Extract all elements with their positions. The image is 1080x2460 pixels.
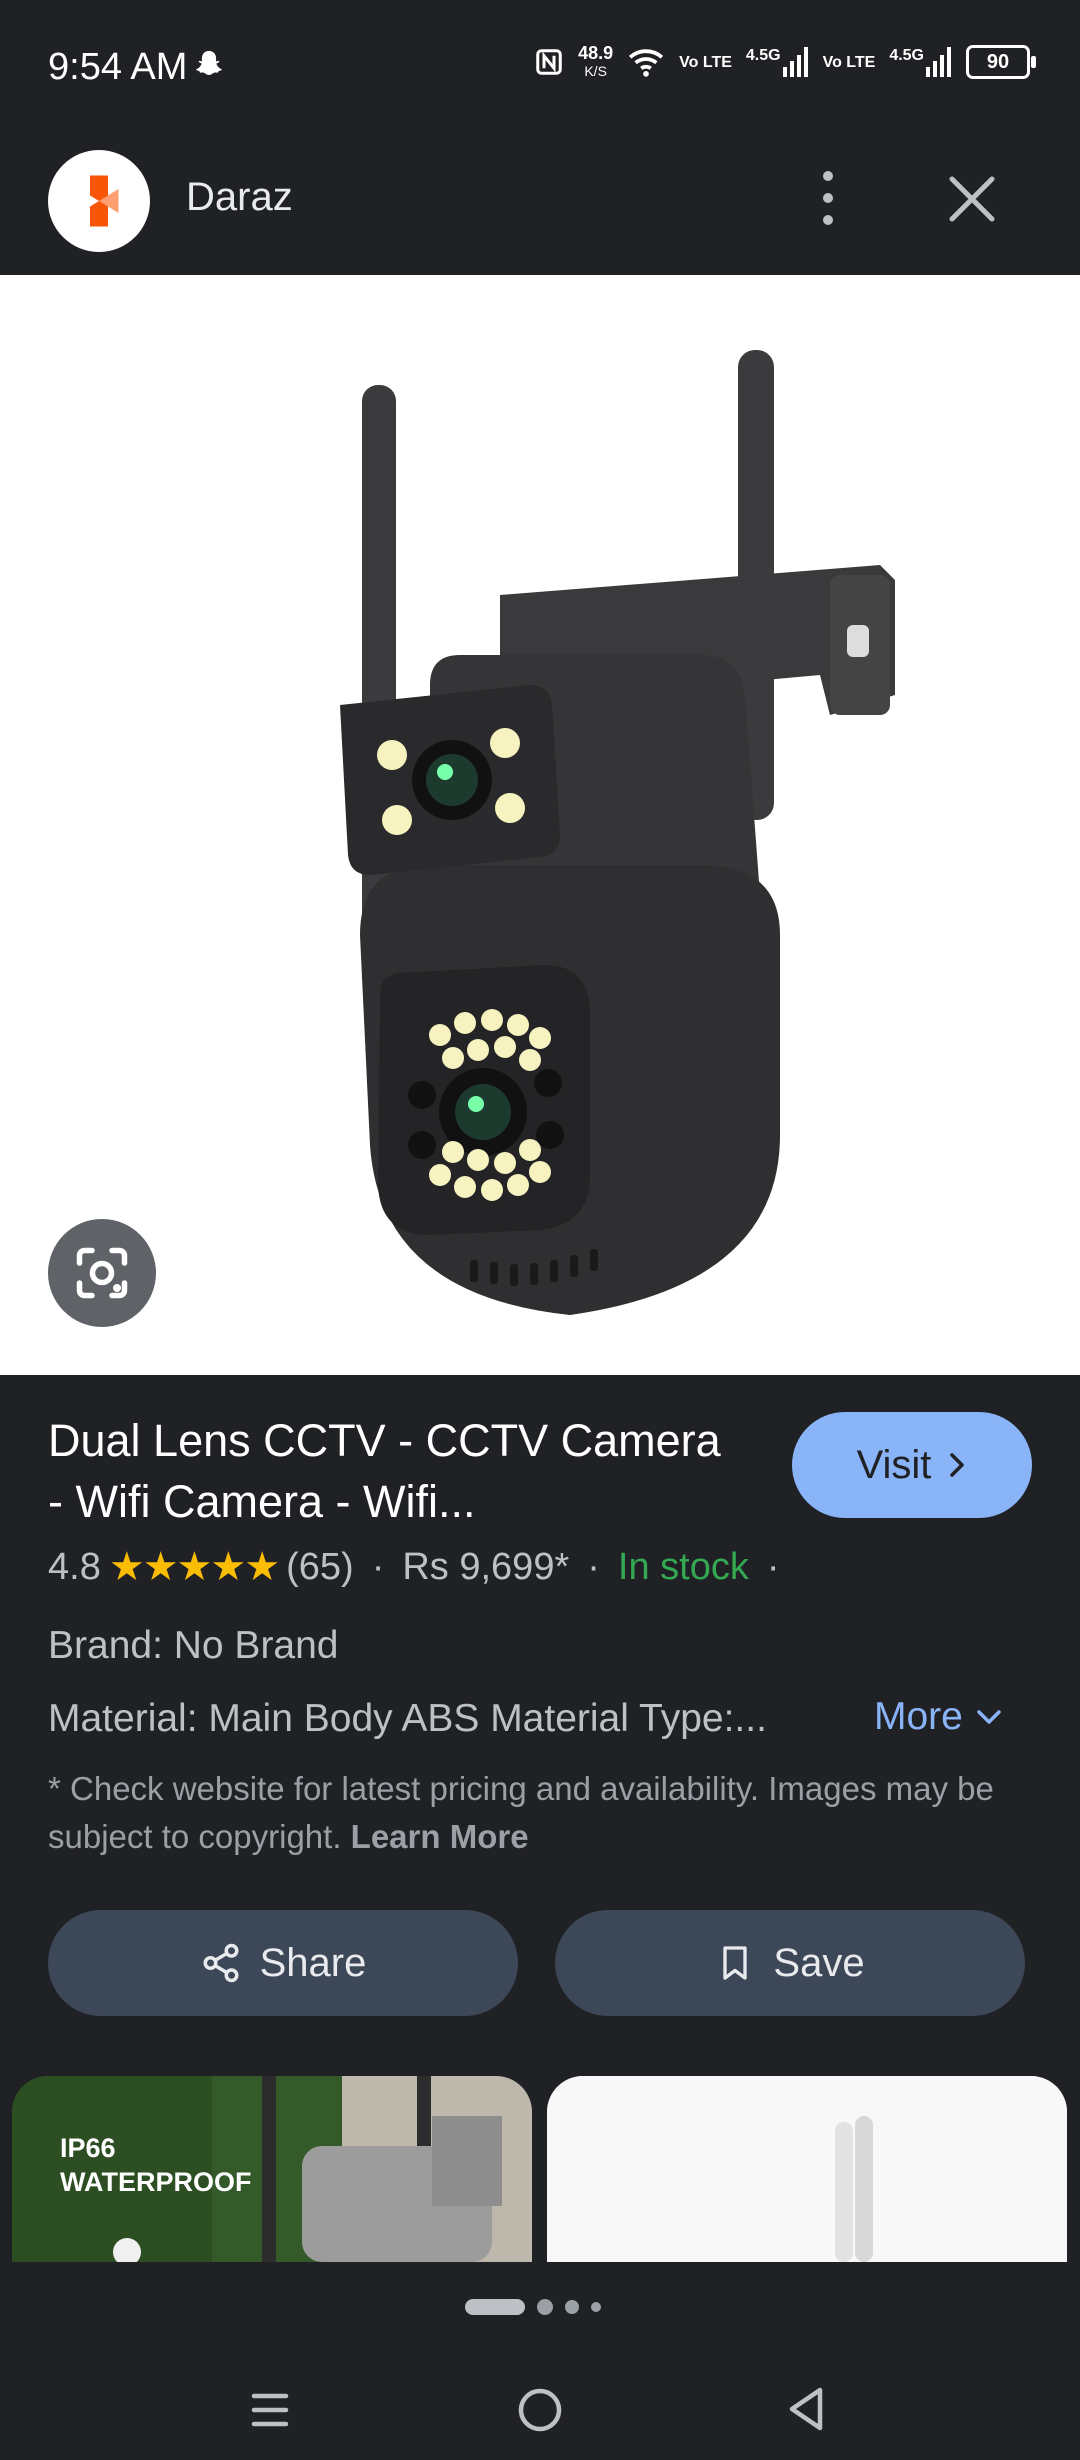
related-image-1[interactable]: IP66 WATERPROOF xyxy=(12,2076,532,2262)
snapchat-icon xyxy=(196,50,222,75)
page-dot xyxy=(565,2300,579,2314)
waterproof-label: IP66 WATERPROOF xyxy=(60,2133,252,2197)
review-count: (65) xyxy=(286,1545,354,1588)
disclaimer-text: * Check website for latest pricing and a… xyxy=(48,1770,994,1855)
share-button[interactable]: Share xyxy=(48,1910,518,2016)
product-material: Material: Main Body ABS Material Type:..… xyxy=(48,1697,767,1740)
visit-button[interactable]: Visit xyxy=(792,1412,1032,1518)
chevron-right-icon xyxy=(950,1453,965,1477)
status-time: 9:54 AM xyxy=(48,46,188,88)
more-label: More xyxy=(874,1695,963,1738)
google-lens-button[interactable] xyxy=(48,1219,156,1327)
battery-indicator: 90 xyxy=(966,45,1036,79)
save-button[interactable]: Save xyxy=(555,1910,1025,2016)
signal-1: 4.5G xyxy=(746,47,809,77)
back-icon[interactable] xyxy=(784,2384,828,2434)
page-dot-active xyxy=(465,2299,525,2315)
related-image-2[interactable] xyxy=(547,2076,1067,2262)
share-label: Share xyxy=(259,1940,367,1985)
rating-value: 4.8 xyxy=(48,1545,101,1588)
save-label: Save xyxy=(773,1940,865,1985)
page-dot xyxy=(591,2302,601,2312)
product-meta: 4.8 ★★★★★ (65) · Rs 9,699* · In stock · xyxy=(48,1545,780,1589)
more-button[interactable]: More xyxy=(874,1695,1003,1739)
bookmark-icon xyxy=(723,1946,748,1980)
signal-bars-icon xyxy=(926,47,951,77)
price: Rs 9,699* xyxy=(402,1545,570,1588)
system-navigation-bar xyxy=(0,2370,1080,2460)
share-icon xyxy=(203,1943,239,1983)
daraz-logo-icon xyxy=(48,150,150,252)
page-dot xyxy=(537,2299,553,2315)
app-title: Daraz xyxy=(186,175,293,219)
signal-bars-icon xyxy=(782,47,808,77)
product-brand: Brand: No Brand xyxy=(48,1624,339,1667)
white-camera-image xyxy=(547,2076,1067,2262)
close-icon[interactable] xyxy=(942,169,1002,229)
chevron-down-icon xyxy=(977,1710,1001,1724)
signal-2: 4.5G xyxy=(889,47,952,77)
network-speed: 48.9 K/S xyxy=(578,43,614,79)
nfc-icon xyxy=(536,49,562,75)
recent-apps-icon[interactable] xyxy=(250,2388,290,2432)
volte-label-2: Vo LTE xyxy=(822,53,876,71)
visit-label: Visit xyxy=(856,1442,932,1487)
volte-label-1: Vo LTE xyxy=(679,53,732,71)
availability-status: In stock xyxy=(617,1545,749,1588)
rating-stars: ★★★★★ xyxy=(108,1545,280,1589)
status-icons: 48.9 K/S Vo LTE 4.5G Vo LTE 4.5G 90 xyxy=(534,43,1036,80)
status-bar: 9:54 AM 48.9 K/S Vo LTE 4.5G Vo LTE 4.5G… xyxy=(0,0,1080,135)
product-title[interactable]: Dual Lens CCTV - CCTV Camera - Wifi Came… xyxy=(48,1410,748,1532)
wifi-icon xyxy=(629,49,664,77)
page-indicator xyxy=(465,2299,601,2315)
home-icon[interactable] xyxy=(516,2386,564,2434)
more-vert-icon[interactable] xyxy=(808,163,848,233)
lens-icon xyxy=(76,1247,128,1299)
app-bar: Daraz xyxy=(0,135,1080,275)
product-image[interactable] xyxy=(0,275,1080,1375)
learn-more-link[interactable]: Learn More xyxy=(351,1818,529,1855)
cctv-camera-image xyxy=(340,350,895,1315)
